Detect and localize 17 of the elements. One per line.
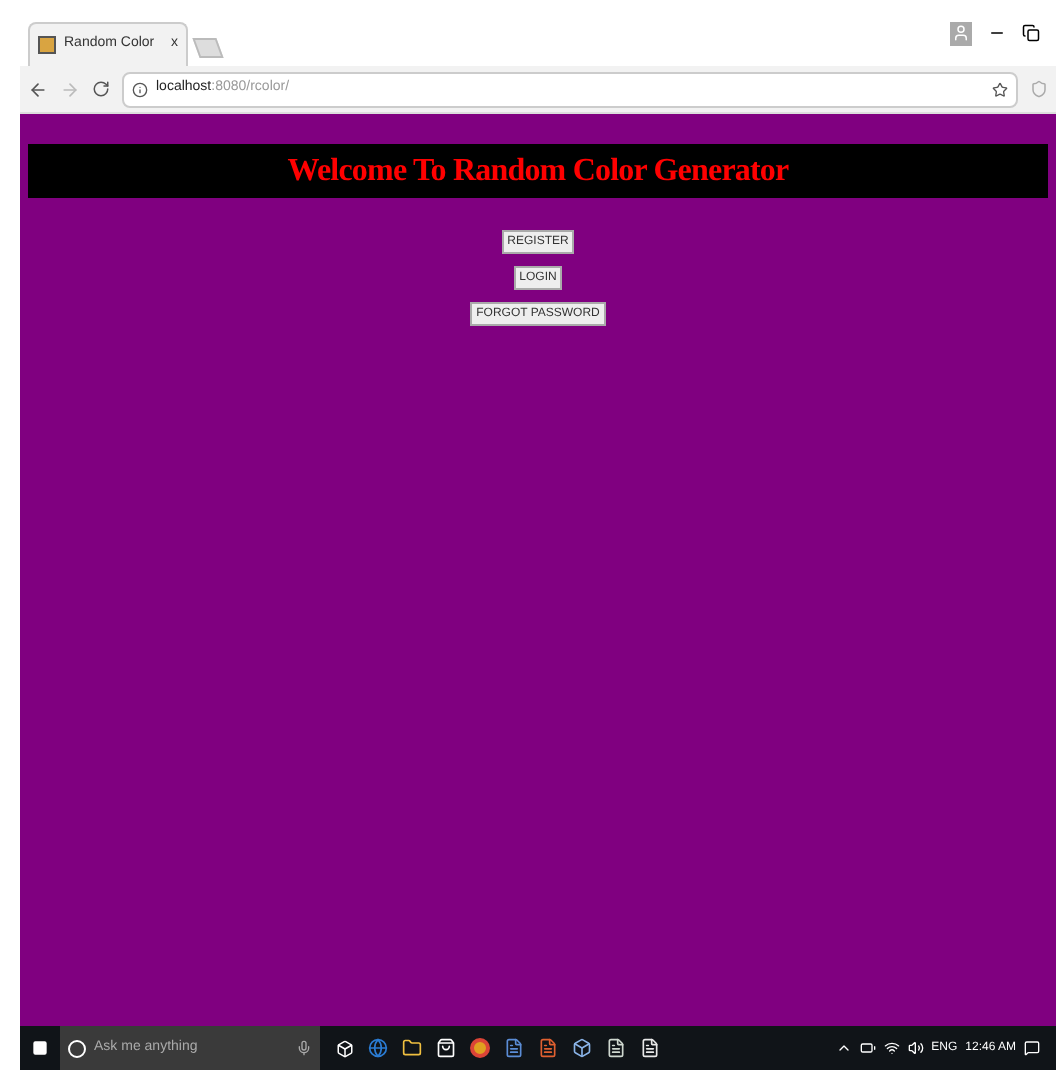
- package-icon[interactable]: [572, 1038, 592, 1058]
- page-heading: Welcome To Random Color Generator: [287, 151, 789, 191]
- network-icon[interactable]: [883, 1040, 900, 1056]
- restore-icon[interactable]: [1022, 24, 1040, 42]
- bookmark-star-icon[interactable]: [992, 81, 1008, 97]
- microphone-icon[interactable]: [296, 1040, 312, 1056]
- volume-icon[interactable]: [907, 1040, 924, 1056]
- store-icon[interactable]: [436, 1038, 456, 1058]
- info-icon: [132, 81, 148, 97]
- back-icon[interactable]: [28, 79, 48, 99]
- favicon-icon: [38, 36, 56, 54]
- notification-icon[interactable]: [1024, 1040, 1040, 1056]
- battery-icon[interactable]: [859, 1040, 876, 1056]
- document-icon[interactable]: [504, 1038, 524, 1058]
- tray-expand-icon[interactable]: [835, 1040, 852, 1056]
- folder-icon[interactable]: [402, 1038, 422, 1058]
- reload-icon[interactable]: [92, 80, 110, 98]
